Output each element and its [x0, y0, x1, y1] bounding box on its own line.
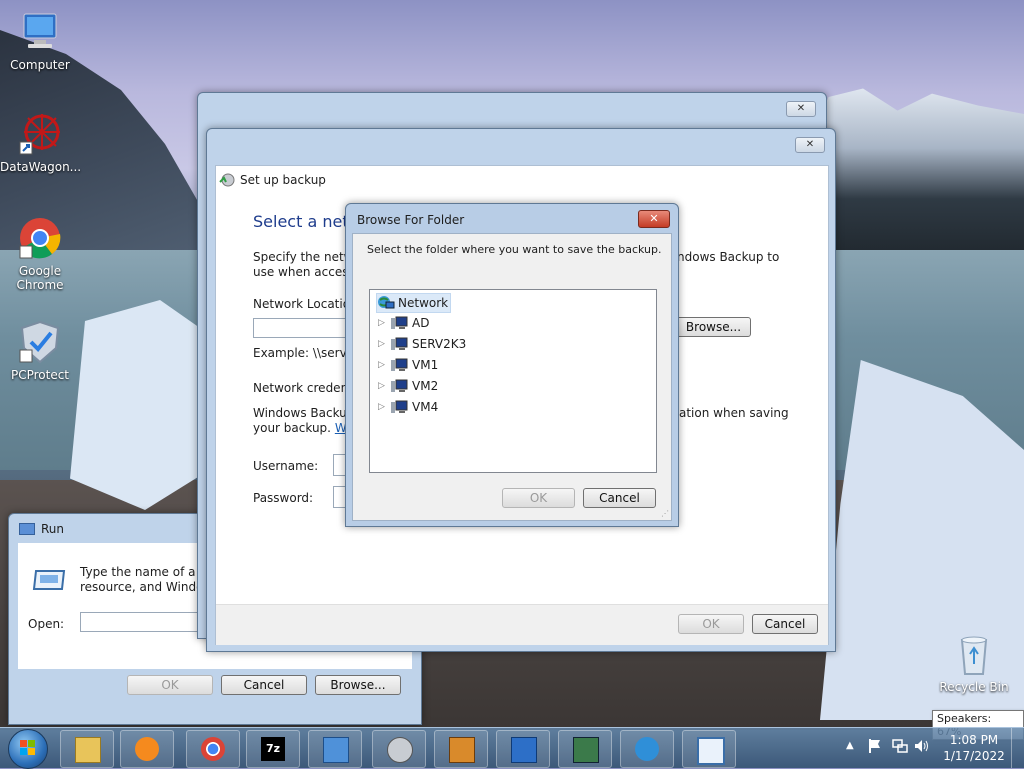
clock[interactable]: 1:08 PM 1/17/2022	[938, 732, 1010, 764]
desktop-icon-computer[interactable]: Computer	[0, 10, 80, 72]
control-panel-icon	[323, 737, 349, 763]
show-hidden-icons-icon[interactable]: ▲	[846, 740, 854, 751]
computer-icon	[390, 399, 408, 415]
backup-icon	[387, 737, 413, 763]
folder-tree[interactable]: Network ▷ AD ▷ SERV2K3 ▷ VM1 ▷ VM2 ▷ VM4	[369, 289, 657, 473]
clock-date: 1/17/2022	[943, 749, 1005, 763]
browse-prompt: Select the folder where you want to save…	[367, 243, 662, 256]
run-open-label: Open:	[28, 617, 65, 631]
windows-logo-icon	[20, 740, 36, 756]
chrome-icon	[201, 737, 225, 761]
taskbar: 7z ▲ 1:08 PM 1/17/2022	[0, 727, 1024, 769]
computer-icon	[390, 315, 408, 331]
taskbar-control-panel[interactable]	[308, 730, 362, 768]
resize-grip-icon[interactable]: ⋰	[661, 510, 669, 518]
run-program-icon	[32, 569, 66, 590]
tree-item[interactable]: ▷ VM1	[378, 356, 438, 374]
network-icon	[377, 295, 395, 311]
network-tray-icon[interactable]	[892, 738, 908, 754]
desktop-icon-chrome[interactable]: Google Chrome	[0, 216, 80, 292]
computer-icon	[390, 378, 408, 394]
network-location-input[interactable]	[253, 318, 351, 338]
desktop-icon-label: PCProtect	[10, 368, 70, 382]
desktop-icon-label: Computer	[10, 58, 70, 72]
run-cancel-button[interactable]: Cancel	[221, 675, 307, 695]
desktop-icon-label: Google Chrome	[16, 264, 64, 292]
browse-folder-dialog: Browse For Folder ✕ Select the folder wh…	[345, 203, 679, 527]
tree-item[interactable]: ▷ AD	[378, 314, 429, 332]
recycle-bin-icon	[952, 632, 996, 676]
instructions-text-tail: ndows Backup to	[677, 250, 780, 264]
close-button[interactable]: ✕	[638, 210, 670, 228]
folder-icon	[75, 737, 101, 763]
run-dialog-title: Run	[41, 522, 65, 536]
run-open-input[interactable]	[80, 612, 202, 632]
show-desktop-button[interactable]	[1011, 728, 1024, 768]
taskbar-explorer[interactable]	[60, 730, 114, 768]
chrome-icon	[18, 216, 62, 260]
sync-icon	[635, 737, 659, 761]
tree-item-network[interactable]: Network	[376, 293, 452, 313]
backup-icon	[218, 172, 236, 188]
backup-cancel-button[interactable]: Cancel	[752, 614, 818, 634]
close-button[interactable]: ✕	[786, 101, 816, 117]
tree-item[interactable]: ▷ VM4	[378, 398, 438, 416]
close-button[interactable]: ✕	[795, 137, 825, 153]
clock-time: 1:08 PM	[949, 733, 999, 747]
start-button[interactable]	[8, 729, 48, 769]
desktop-icon-label: DataWagon...	[0, 160, 82, 174]
monitor-icon	[573, 737, 599, 763]
run-icon	[19, 523, 35, 535]
desktop-icon-datawagon[interactable]: DataWagon...	[0, 112, 82, 174]
taskbar-network-app[interactable]	[496, 730, 550, 768]
network-app-icon	[511, 737, 537, 763]
desktop-icon-recycle-bin[interactable]: Recycle Bin	[934, 632, 1014, 694]
pcprotect-icon	[18, 320, 62, 364]
backup-ok-button[interactable]: OK	[678, 614, 744, 634]
browse-ok-button[interactable]: OK	[502, 488, 575, 508]
taskbar-backup[interactable]	[372, 730, 426, 768]
desktop-icon-label: Recycle Bin	[939, 680, 1009, 694]
desktop-icon-pcprotect[interactable]: PCProtect	[0, 320, 80, 382]
credentials-text: Windows Backup your backup. Whi	[253, 406, 358, 436]
taskbar-media-player[interactable]	[120, 730, 174, 768]
expand-arrow-icon[interactable]: ▷	[378, 402, 390, 412]
7zip-icon: 7z	[261, 737, 285, 761]
backup-header: Set up backup	[216, 166, 828, 194]
ftp-icon	[449, 737, 475, 763]
expand-arrow-icon[interactable]: ▷	[378, 318, 390, 328]
expand-arrow-icon[interactable]: ▷	[378, 360, 390, 370]
computer-icon	[18, 10, 62, 54]
speaker-icon[interactable]	[914, 738, 930, 754]
network-browse-button[interactable]: Browse...	[676, 317, 751, 337]
taskbar-ftp[interactable]	[434, 730, 488, 768]
network-location-label: Network Location	[253, 297, 358, 311]
computer-icon	[390, 336, 408, 352]
password-label: Password:	[253, 491, 314, 505]
backup-window-title: Set up backup	[240, 173, 326, 187]
run-ok-button[interactable]: OK	[127, 675, 213, 695]
action-center-flag-icon[interactable]	[868, 738, 882, 754]
run-icon	[697, 737, 725, 765]
username-label: Username:	[253, 459, 319, 473]
run-description: Type the name of a pr resource, and Wind…	[80, 565, 214, 594]
credentials-text-tail: ation when saving	[679, 406, 789, 420]
taskbar-run[interactable]	[682, 730, 736, 768]
datawagon-icon	[18, 112, 62, 156]
run-browse-button[interactable]: Browse...	[315, 675, 401, 695]
browse-dialog-title: Browse For Folder	[357, 213, 465, 227]
expand-arrow-icon[interactable]: ▷	[378, 381, 390, 391]
taskbar-chrome[interactable]	[186, 730, 240, 768]
taskbar-monitor[interactable]	[558, 730, 612, 768]
tree-item[interactable]: ▷ VM2	[378, 377, 438, 395]
taskbar-sync[interactable]	[620, 730, 674, 768]
expand-arrow-icon[interactable]: ▷	[378, 339, 390, 349]
media-player-icon	[135, 737, 159, 761]
computer-icon	[390, 357, 408, 373]
tree-item[interactable]: ▷ SERV2K3	[378, 335, 466, 353]
taskbar-7zip[interactable]: 7z	[246, 730, 300, 768]
browse-cancel-button[interactable]: Cancel	[583, 488, 656, 508]
